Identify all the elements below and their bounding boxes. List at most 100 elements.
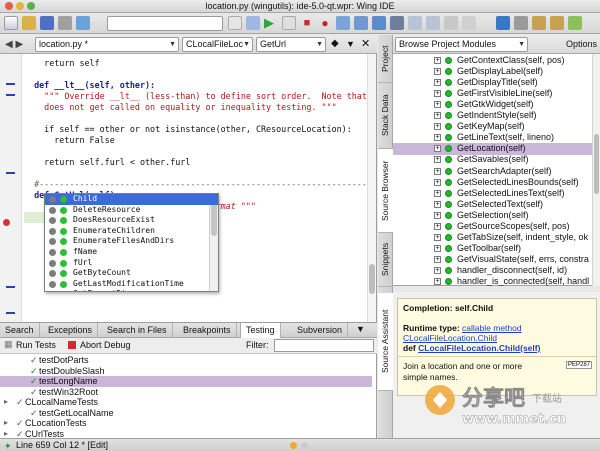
autocomplete-item[interactable]: GetParentDir (45, 289, 218, 291)
browser-item[interactable]: + GetTabSize(self, indent_style, ok (393, 232, 592, 243)
step-into-icon[interactable] (336, 16, 350, 30)
expand-icon[interactable]: + (434, 79, 441, 87)
debug-config-icon[interactable] (246, 16, 260, 30)
split-icon[interactable] (514, 16, 528, 30)
comment-icon[interactable] (444, 16, 458, 30)
expand-icon[interactable]: + (434, 244, 441, 252)
expand-icon[interactable]: + (434, 255, 441, 263)
abort-debug-icon[interactable] (68, 341, 76, 349)
browser-item[interactable]: + handler_is_connected(self, handl (393, 276, 592, 286)
expand-icon[interactable]: + (434, 101, 441, 109)
expand-icon[interactable]: + (434, 222, 441, 230)
run-tests-button[interactable]: Run Tests (16, 340, 56, 350)
browser-item[interactable]: + GetSavables(self) (393, 154, 592, 165)
test-row[interactable]: ✓testGetLocalName (0, 408, 372, 419)
browser-item[interactable]: + GetToolbar(self) (393, 243, 592, 254)
test-row[interactable]: ▸ ✓CLocalNameTests (0, 397, 372, 408)
expand-icon[interactable]: + (434, 189, 441, 197)
test-row[interactable]: ✓testWin32Root (0, 387, 372, 398)
browser-item[interactable]: + GetIndentStyle(self) (393, 110, 592, 121)
new-file-icon[interactable] (4, 16, 18, 30)
close-editor-icon[interactable]: ✕ (361, 37, 370, 50)
run-icon[interactable]: ▶ (264, 16, 278, 30)
tab-exceptions[interactable]: Exceptions (43, 323, 99, 338)
code-line[interactable]: return self (24, 58, 99, 69)
tab-search[interactable]: Search (0, 323, 40, 338)
tab-stack-data[interactable]: Stack Data (378, 83, 393, 149)
autocomplete-item[interactable]: EnumerateChildren (45, 226, 218, 237)
step-over-icon[interactable] (354, 16, 368, 30)
code-line[interactable]: if self == other or not isinstance(other… (24, 124, 352, 135)
uncomment-icon[interactable] (462, 16, 476, 30)
minimize-window-button[interactable] (16, 2, 24, 10)
scrollbar-thumb[interactable] (594, 134, 599, 194)
browser-item[interactable]: + GetSelection(self) (393, 210, 592, 221)
expand-icon[interactable]: + (434, 167, 441, 175)
autocomplete-item[interactable]: DoesResourceExist (45, 215, 218, 226)
browser-item[interactable]: + GetSelectedLinesText(self) (393, 188, 592, 199)
expand-icon[interactable]: + (434, 90, 441, 98)
open-folder-icon[interactable] (22, 16, 36, 30)
diff-icon[interactable] (568, 16, 582, 30)
autocomplete-item[interactable]: DeleteResource (45, 205, 218, 216)
browser-item[interactable]: + GetDisplayTitle(self) (393, 77, 592, 88)
expand-icon[interactable]: + (434, 266, 441, 274)
abort-debug-button[interactable]: Abort Debug (80, 340, 131, 350)
expand-icon[interactable]: + (434, 123, 441, 131)
browser-item[interactable]: + GetLineText(self, lineno) (393, 132, 592, 143)
code-line[interactable]: return False (24, 135, 115, 146)
autocomplete-item[interactable]: GetByteCount (45, 268, 218, 279)
breakpoint-marker-icon[interactable] (3, 219, 10, 226)
test-row[interactable]: ▸ ✓CUrlTests (0, 429, 372, 439)
save-all-icon[interactable] (58, 16, 72, 30)
bookmark-icon[interactable]: ◆ (331, 38, 339, 49)
browser-item[interactable]: + GetKeyMap(self) (393, 121, 592, 132)
tabs-overflow-icon[interactable]: ▼ (356, 324, 365, 334)
code-line[interactable]: return self.furl < other.furl (24, 157, 190, 168)
tab-search-in-files[interactable]: Search in Files (102, 323, 173, 338)
breakpoint-icon[interactable]: ● (318, 16, 332, 30)
options-menu[interactable]: Options (566, 39, 597, 49)
tab-breakpoints[interactable]: Breakpoints (178, 323, 237, 338)
save-icon[interactable] (40, 16, 54, 30)
autocomplete-item[interactable]: fUrl (45, 258, 218, 269)
browser-item[interactable]: + GetSelectedLinesBounds(self) (393, 177, 592, 188)
status-bug-icon[interactable]: ✦ (4, 440, 12, 451)
autocomplete-item[interactable]: GetLastModificationTime (45, 279, 218, 290)
fold-marker-icon[interactable] (6, 286, 15, 288)
editor-scrollbar[interactable] (367, 54, 376, 322)
monitor-icon[interactable] (496, 16, 510, 30)
expand-icon[interactable]: + (434, 178, 441, 186)
browser-item[interactable]: + GetVisualState(self, errs, constra (393, 254, 592, 265)
class-select[interactable]: CLocalFileLoc ▼ (182, 37, 253, 52)
file-select[interactable]: location.py * ▼ (35, 37, 179, 52)
editor-gutter[interactable] (0, 54, 22, 322)
test-row[interactable]: ✓testDotParts (0, 355, 372, 366)
code-line[interactable]: does not get called on equality or inequ… (24, 102, 336, 113)
zoom-window-button[interactable] (27, 2, 35, 10)
indent-icon[interactable] (408, 16, 422, 30)
expand-icon[interactable]: + (434, 145, 441, 153)
autocomplete-item[interactable]: Child (45, 194, 218, 205)
fold-marker-icon[interactable] (6, 94, 15, 96)
pause-icon[interactable] (282, 16, 296, 30)
test-row[interactable]: ✓testDoubleSlash (0, 366, 372, 377)
browser-item[interactable]: + handler_disconnect(self, id) (393, 265, 592, 276)
browser-item[interactable]: + GetSelectedText(self) (393, 199, 592, 210)
expand-icon[interactable]: + (434, 200, 441, 208)
expand-icon[interactable]: + (434, 211, 441, 219)
browser-item[interactable]: + GetContextClass(self, pos) (393, 55, 592, 66)
close-window-button[interactable] (5, 2, 13, 10)
browser-item[interactable]: + GetSearchAdapter(self) (393, 166, 592, 177)
stop-icon[interactable]: ■ (300, 16, 314, 30)
browser-item[interactable]: + GetFirstVisibleLine(self) (393, 88, 592, 99)
fold-marker-icon[interactable] (6, 83, 15, 85)
expand-icon[interactable]: + (434, 156, 441, 164)
filter-input[interactable] (274, 339, 374, 352)
expand-toggle-icon[interactable]: ▸ (4, 418, 8, 429)
expand-icon[interactable]: + (434, 233, 441, 241)
expand-icon[interactable]: + (434, 112, 441, 120)
step-out-icon[interactable] (372, 16, 386, 30)
options-chevron-icon[interactable]: ▼ (346, 39, 355, 49)
toolbar-search-input[interactable] (107, 16, 223, 31)
